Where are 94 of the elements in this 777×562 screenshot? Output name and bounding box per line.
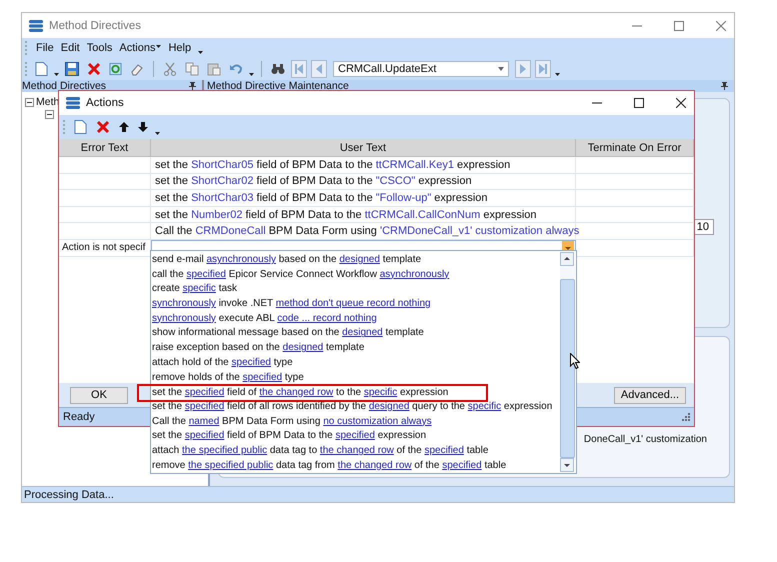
menu-item[interactable]: Help [168, 42, 192, 54]
resize-grip-icon[interactable] [682, 413, 690, 421]
new-document-icon[interactable] [74, 119, 87, 135]
copy-icon[interactable] [185, 62, 199, 76]
action-option[interactable]: remove the specified public data tag from the changed row of the specified table [152, 458, 506, 474]
window-title: Method Directives [49, 20, 142, 32]
action-option[interactable]: synchronously invoke .NET method don't queue record nothing [152, 297, 431, 312]
parameter-link[interactable]: specified [232, 356, 271, 368]
action-option[interactable]: raise exception based on the designed template [152, 341, 364, 356]
action-option[interactable]: create specific task [152, 282, 238, 298]
scroll-up-icon[interactable] [560, 252, 574, 266]
move-up-icon[interactable] [119, 122, 129, 132]
database-icon [29, 20, 43, 32]
action-option[interactable]: set the specified field of the changed row to the specific expression [137, 384, 488, 402]
parameter-link[interactable]: named [188, 416, 220, 427]
parameter-link[interactable]: specific [468, 400, 502, 412]
directive-combo-box[interactable]: CRMCall.UpdateExt [333, 61, 509, 77]
parameter-link[interactable]: specified [242, 372, 282, 382]
action-option[interactable]: attach hold of the specified type [152, 356, 293, 370]
close-icon[interactable] [676, 98, 686, 108]
move-down-icon[interactable] [138, 122, 148, 132]
parameter-link[interactable]: specified [335, 430, 375, 442]
column-header[interactable]: Error Text [59, 139, 151, 156]
collapse-icon[interactable] [45, 110, 54, 119]
column-header[interactable]: User Text [151, 139, 576, 156]
parameter-link[interactable]: the changed row [320, 444, 394, 456]
parameter-link[interactable]: designed [368, 400, 410, 412]
parameter-link[interactable]: method don't queue record nothing [276, 298, 431, 310]
pane-title: Method Directives [22, 80, 108, 92]
parameter-link[interactable]: specified [184, 386, 224, 398]
form-text: DoneCall_v1' customization [584, 434, 707, 447]
parameter-link[interactable]: specified [186, 268, 226, 280]
action-option[interactable]: synchronously execute ABL code ... record nothing [152, 312, 377, 326]
parameter-link[interactable]: specified [184, 400, 224, 412]
binoculars-icon[interactable] [271, 62, 285, 76]
refresh-icon[interactable] [109, 62, 122, 76]
pin-icon[interactable] [189, 82, 196, 90]
parameter-link[interactable]: designed [342, 327, 383, 338]
parameter-link[interactable]: specific [364, 386, 398, 398]
parameter-link[interactable]: the specified public [188, 460, 274, 471]
parameter-link[interactable]: designed [282, 342, 324, 354]
save-icon[interactable] [65, 62, 79, 76]
parameter-link[interactable]: asynchronously [380, 268, 450, 280]
table-cell: set the Number02 field of BPM Data to the ttCRMCall.CallConNum expression [151, 206, 576, 222]
pin-icon[interactable] [721, 82, 728, 90]
action-option[interactable]: attach the specified public data tag to the changed row of the specified table [152, 444, 488, 459]
maximize-icon[interactable] [634, 98, 644, 108]
parameter-link[interactable]: the specified public [182, 444, 268, 456]
parameter-link[interactable]: synchronously [152, 312, 216, 324]
table-cell: set the ShortChar02 field of BPM Data to the "CSCO" expression [151, 174, 576, 190]
menu-item[interactable]: Tools [86, 42, 112, 54]
parameter-link[interactable]: the changed row [338, 460, 412, 471]
new-document-icon[interactable] [35, 61, 48, 77]
parameter-link[interactable]: specified [424, 444, 464, 456]
parameter-link[interactable]: the changed row [259, 386, 334, 398]
dropdown-caret-icon[interactable] [54, 73, 59, 76]
parameter-link[interactable]: code ... record nothing [277, 312, 377, 324]
database-icon [66, 97, 80, 109]
parameter-link[interactable]: designed [339, 254, 380, 265]
delete-icon[interactable] [87, 62, 101, 76]
delete-icon[interactable] [96, 120, 110, 134]
parameter-link[interactable]: asynchronously [206, 254, 276, 265]
parameter-link[interactable]: specified [442, 460, 482, 471]
status-text: Ready [63, 411, 95, 423]
table-cell: set the ShortChar03 field of BPM Data to the "Follow-up" expression [151, 190, 576, 206]
action-option[interactable]: send e-mail asynchronously based on the designed template [152, 253, 422, 268]
ok-button[interactable]: OK [70, 386, 128, 404]
caret-icon[interactable] [156, 45, 162, 48]
action-option[interactable]: remove holds of the specified type [152, 370, 304, 386]
advanced-button[interactable]: Advanced... [614, 386, 686, 404]
menu-item[interactable]: Actions [119, 42, 162, 54]
dialog-title: Actions [86, 97, 124, 109]
collapse-icon[interactable] [25, 98, 34, 106]
table-cell: set the ShortChar05 field of BPM Data to the ttCRMCall.Key1 expression [151, 157, 576, 173]
scroll-thumb[interactable] [560, 279, 575, 458]
menu-item[interactable]: File [36, 42, 54, 54]
scroll-down-icon[interactable] [560, 458, 574, 472]
parameter-link[interactable]: specified [184, 430, 224, 442]
undo-icon[interactable] [229, 62, 243, 76]
action-option[interactable]: show informational message based on the designed template [152, 326, 424, 342]
action-option[interactable]: Call the named BPM Data Form using no customization always [152, 414, 432, 430]
parameter-link[interactable]: no customization always [323, 416, 432, 427]
action-option[interactable]: set the specified field of all rows identified by the designed query to the specific expression [152, 400, 552, 415]
menu-item[interactable]: Edit [60, 42, 80, 54]
status-text: Processing Data... [24, 488, 114, 500]
eraser-icon[interactable] [130, 62, 144, 76]
tree-item[interactable]: Meth [36, 96, 60, 108]
parameter-link[interactable]: synchronously [152, 298, 216, 310]
action-option[interactable]: set the specified field of BPM Data to the specified expression [152, 429, 426, 444]
column-header[interactable]: Terminate On Error [576, 139, 694, 156]
paste-icon[interactable] [207, 62, 221, 76]
action-option[interactable]: call the specified Epicor Service Connect Workflow asynchronously [152, 268, 450, 282]
cut-icon[interactable] [163, 62, 177, 76]
parameter-link[interactable]: specific [182, 283, 216, 294]
